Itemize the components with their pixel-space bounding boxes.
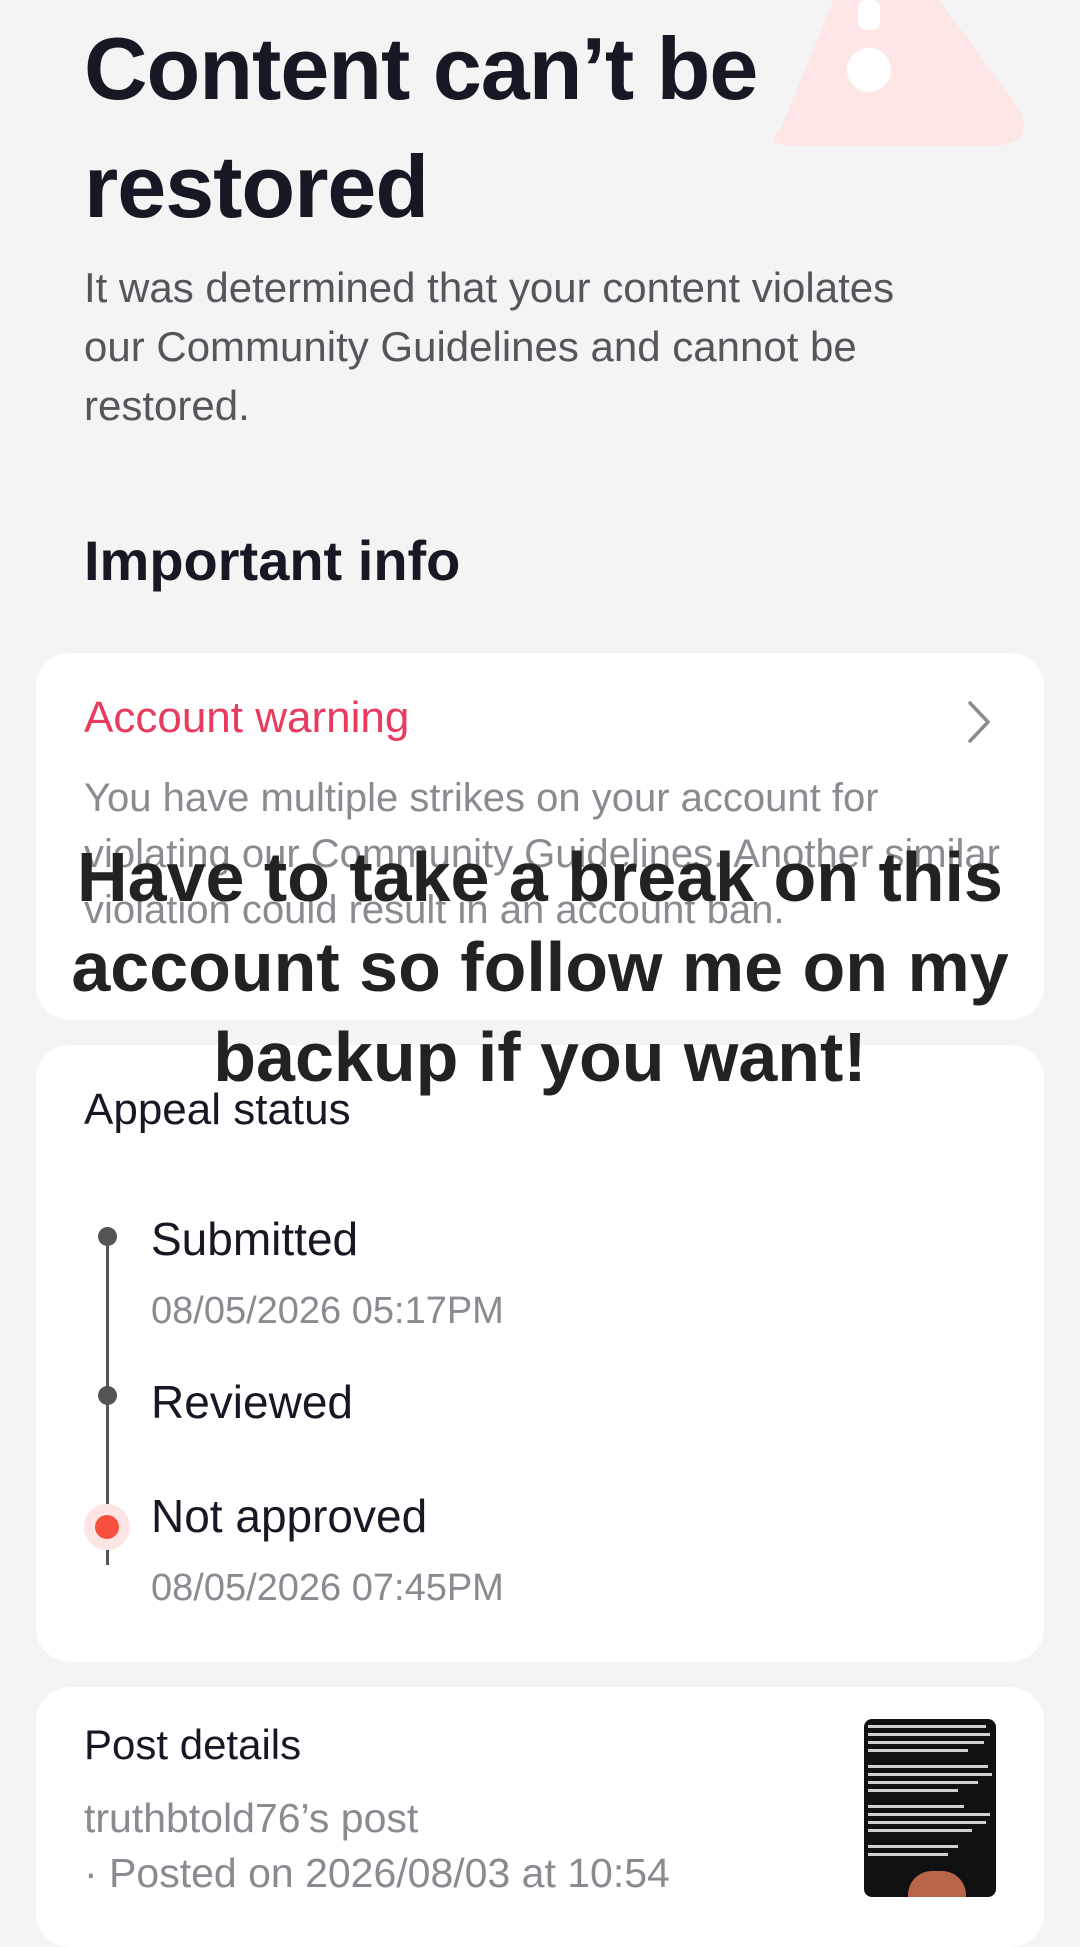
post-details-card[interactable]: Post details truthbtold76’s post · Poste… — [36, 1687, 1044, 1947]
chevron-right-icon — [968, 701, 990, 743]
page-description: It was determined that your content viol… — [84, 264, 895, 429]
timeline-dot — [98, 1227, 117, 1246]
timeline-dot-not-approved — [84, 1504, 130, 1550]
overlay-caption: Have to take a break on this account so … — [71, 838, 1009, 1096]
step-not-approved-label: Not approved — [151, 1490, 428, 1542]
step-not-approved-date: 08/05/2026 07:45PM — [151, 1567, 504, 1609]
timeline-dot — [98, 1386, 117, 1405]
important-info-heading: Important info — [84, 529, 461, 592]
post-details-title: Post details — [84, 1721, 302, 1768]
post-author: truthbtold76’s post — [84, 1795, 419, 1841]
post-thumbnail[interactable] — [864, 1719, 996, 1897]
account-warning-title: Account warning — [84, 693, 410, 742]
step-submitted-label: Submitted — [151, 1213, 359, 1265]
step-submitted-date: 08/05/2026 05:17PM — [151, 1290, 504, 1332]
step-reviewed-label: Reviewed — [151, 1376, 353, 1428]
post-date: · Posted on 2026/08/03 at 10:54 — [84, 1850, 670, 1896]
appeal-status-card: Appeal status Submitted 08/05/2026 05:17… — [36, 1045, 1044, 1662]
page-title: Content can’t be restored — [84, 19, 758, 236]
